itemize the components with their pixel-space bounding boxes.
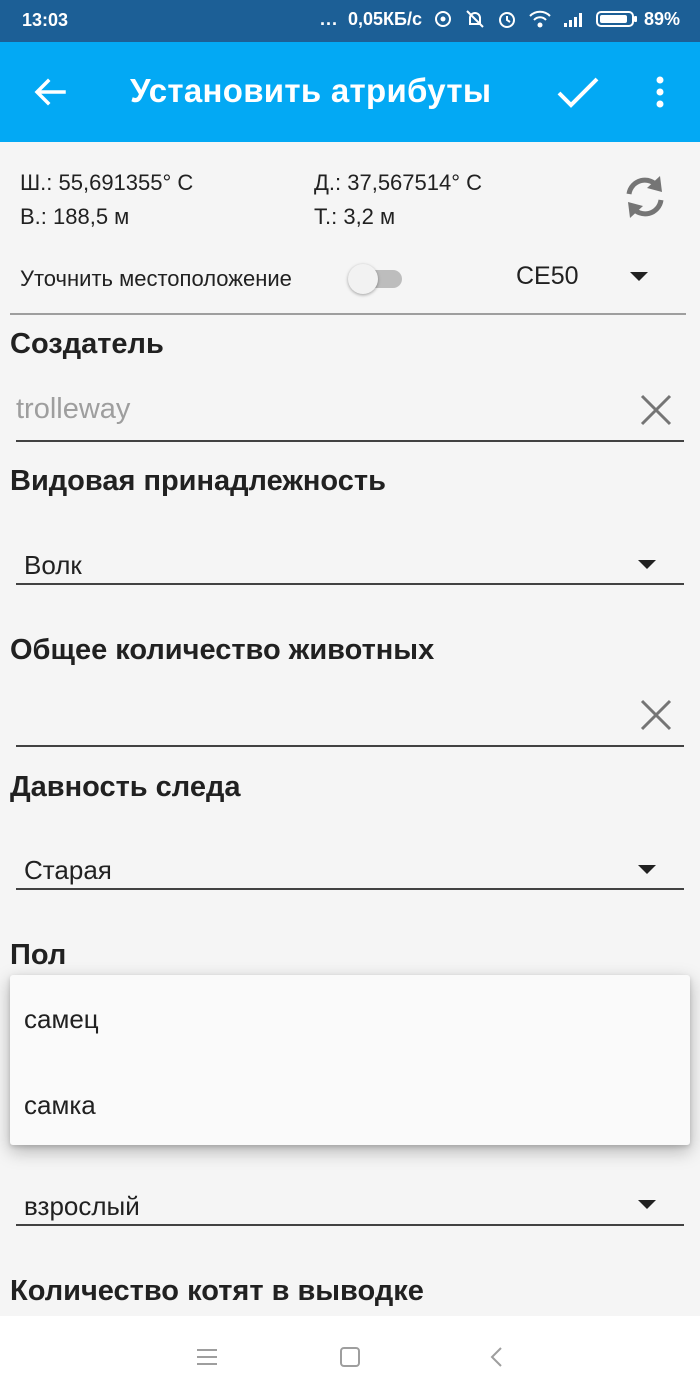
menu-item-female[interactable]: самка [10, 1063, 690, 1148]
latitude-text: Ш.: 55,691355° С [20, 170, 194, 195]
accuracy-text: Т.: 3,2 м [314, 204, 396, 229]
battery-percent: 89% [643, 8, 680, 29]
chevron-down-icon[interactable] [638, 1200, 656, 1209]
total-count-label: Общее количество животных [10, 634, 435, 666]
altitude-text: В.: 188,5 м [20, 204, 130, 229]
navigation-bar [0, 1316, 700, 1400]
status-icons: ... 0,05КБ/с 89% [320, 8, 680, 30]
track-age-label: Давность следа [10, 771, 241, 803]
sync-icon [434, 11, 451, 27]
wifi-icon [529, 10, 551, 28]
status-time: 13:03 [22, 10, 69, 30]
sex-dropdown-menu: самец самка [10, 975, 690, 1145]
close-icon[interactable] [638, 392, 674, 428]
battery-icon [595, 11, 637, 27]
more-vert-icon[interactable] [648, 75, 672, 109]
close-icon[interactable] [638, 697, 674, 733]
chevron-down-icon[interactable] [630, 272, 648, 281]
chevron-down-icon[interactable] [638, 560, 656, 569]
arrow-left-icon[interactable] [30, 72, 70, 112]
kittens-label: Количество котят в выводке [10, 1275, 424, 1307]
age-select[interactable]: взрослый [24, 1191, 140, 1222]
track-age-underline [16, 888, 684, 890]
back-icon[interactable] [486, 1346, 508, 1368]
creator-label: Создатель [10, 328, 164, 360]
check-icon[interactable] [554, 72, 602, 112]
chevron-down-icon[interactable] [638, 865, 656, 874]
network-speed: 0,05КБ/с [348, 8, 422, 29]
species-select[interactable]: Волк [24, 550, 82, 581]
signal-icon [563, 13, 582, 27]
total-count-underline [16, 745, 684, 747]
app-bar: Установить атрибуты [0, 42, 700, 142]
home-icon[interactable] [339, 1346, 361, 1368]
refresh-icon[interactable] [620, 172, 670, 222]
menu-icon[interactable] [196, 1346, 218, 1368]
menu-item-male[interactable]: самец [10, 977, 690, 1062]
status-dots: ... [319, 8, 338, 29]
alarm-icon [498, 12, 515, 28]
creator-underline [16, 440, 684, 442]
status-bar: 13:03 ... 0,05КБ/с 89% [0, 0, 700, 42]
accuracy-mode-select[interactable]: CE50 [516, 262, 579, 291]
sex-label: Пол [10, 939, 67, 971]
track-age-select[interactable]: Старая [24, 855, 112, 886]
longitude-text: Д.: 37,567514° С [314, 170, 483, 195]
age-underline [16, 1224, 684, 1226]
page-title: Установить атрибуты [130, 72, 492, 109]
species-underline [16, 583, 684, 585]
creator-input[interactable]: trolleway [16, 393, 130, 426]
divider [10, 313, 686, 315]
refine-location-label: Уточнить местоположение [20, 266, 292, 291]
muted-bell-icon [466, 10, 484, 28]
refine-location-switch[interactable] [348, 264, 404, 294]
species-label: Видовая принадлежность [10, 465, 386, 497]
